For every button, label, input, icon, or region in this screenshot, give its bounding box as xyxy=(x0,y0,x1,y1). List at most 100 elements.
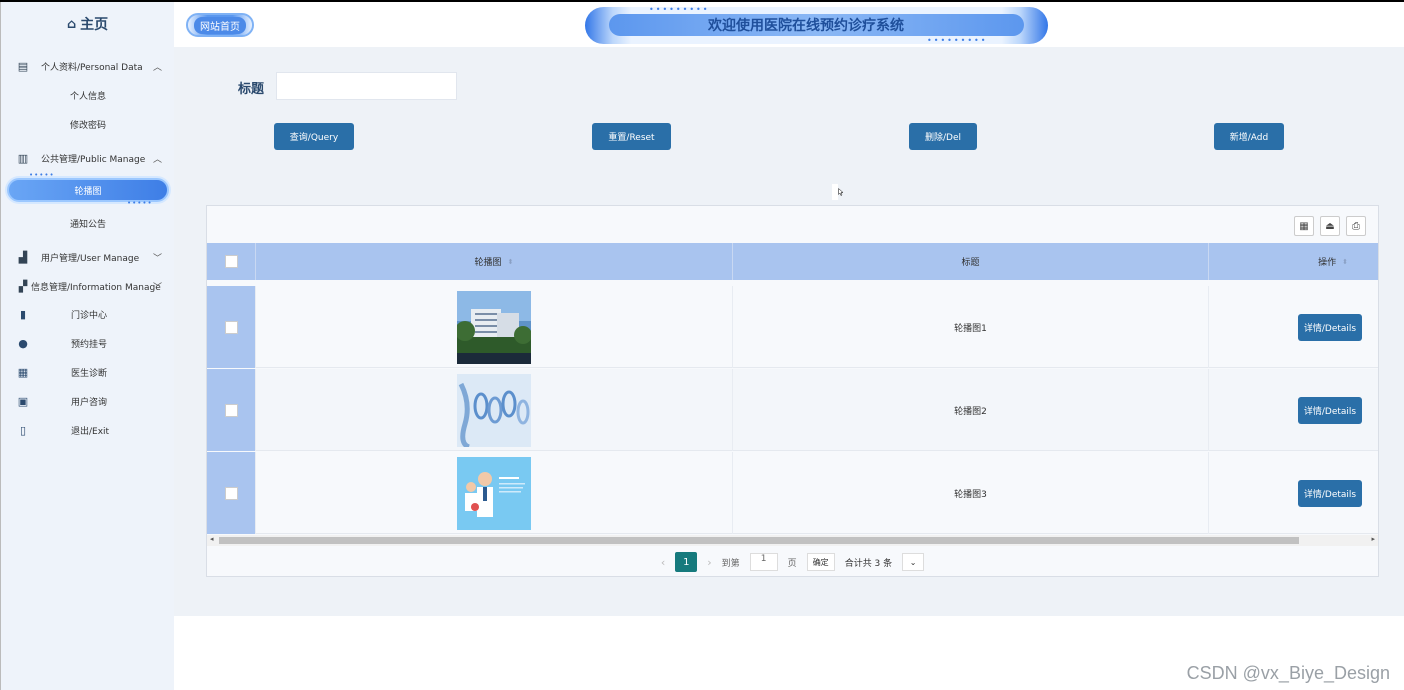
sort-icon[interactable]: ⬍ xyxy=(508,258,514,266)
menu-group-label: 个人资料/Personal Data xyxy=(41,62,143,73)
details-button[interactable]: 详情/Details xyxy=(1298,313,1362,341)
home-label: 主页 xyxy=(80,17,109,33)
mouse-cursor-icon xyxy=(832,184,844,200)
scroll-right-icon[interactable]: ▸ xyxy=(1371,535,1375,543)
book-icon: ▯ xyxy=(19,424,27,437)
title-cell: 轮播图3 xyxy=(733,452,1209,534)
table-panel: ▦ ⏏ ⎙ 轮播图 ⬍ 标题 操作 ⬍ 轮播图1 详情/Details 轮播图2… xyxy=(206,205,1379,577)
query-button[interactable]: 查询/Query xyxy=(274,123,354,150)
title-banner: ••••••••• 欢迎使用医院在线预约诊疗系统 ••••••••• xyxy=(585,5,1048,45)
menu-item-password[interactable]: 修改密码 xyxy=(1,110,174,139)
column-header-label: 标题 xyxy=(961,258,980,268)
title-search-input[interactable] xyxy=(276,72,457,100)
table-toolbar: ▦ ⏏ ⎙ xyxy=(1294,216,1366,236)
title-cell: 轮播图1 xyxy=(733,286,1209,368)
sort-icon[interactable]: ⬍ xyxy=(1342,258,1348,266)
row-checkbox-cell xyxy=(207,369,256,451)
reset-button[interactable]: 重置/Reset xyxy=(592,123,671,150)
scroll-left-icon[interactable]: ◂ xyxy=(210,535,214,543)
home-icon: ⌂ xyxy=(66,16,77,32)
banner-inner: 欢迎使用医院在线预约诊疗系统 xyxy=(609,14,1024,36)
menu-group-info[interactable]: ▞ 信息管理/Information Manage ﹀ xyxy=(1,272,174,300)
goto-page-input[interactable]: 1 xyxy=(749,553,778,571)
details-button[interactable]: 详情/Details xyxy=(1298,479,1362,507)
select-all-checkbox[interactable] xyxy=(224,255,238,268)
export-icon[interactable]: ⏏ xyxy=(1320,216,1340,236)
total-count: 合计共 3 条 xyxy=(844,558,893,569)
menu-item-appointment[interactable]: ● 预约挂号 xyxy=(1,329,174,358)
menu-item-label: 退出/Exit xyxy=(71,427,110,437)
action-cell: 详情/Details xyxy=(1209,286,1378,368)
page-title: 欢迎使用医院在线预约诊疗系统 xyxy=(708,18,904,34)
calendar-icon: ▦ xyxy=(17,366,29,379)
user-badge-icon: ● xyxy=(18,337,28,350)
calendar-check-icon: ▣ xyxy=(17,395,29,408)
chevron-up-icon: ︿ xyxy=(152,62,162,73)
decor-dots: ••••••••• xyxy=(927,36,988,45)
menu-group-label: 公共管理/Public Manage xyxy=(41,154,146,165)
chevron-up-icon: ︿ xyxy=(152,154,162,165)
carousel-image-dna xyxy=(457,373,531,447)
column-header-action[interactable]: 操作 ⬍ xyxy=(1209,243,1378,280)
header: 网站首页 ••••••••• 欢迎使用医院在线预约诊疗系统 ••••••••• xyxy=(174,2,1404,47)
prev-page-icon[interactable]: ‹ xyxy=(661,556,665,569)
decor-dots: ••••• xyxy=(127,199,153,207)
menu-group-user[interactable]: ▟ 用户管理/User Manage ﹀ xyxy=(1,242,174,272)
table-row: 轮播图3 详情/Details xyxy=(207,452,1378,534)
main-content: 标题 查询/Query 重置/Reset 删除/Del 新增/Add ▦ ⏏ ⎙… xyxy=(174,47,1404,616)
table-row: 轮播图2 详情/Details xyxy=(207,369,1378,451)
menu-item-carousel-wrap: ••••• 轮播图 ••••• xyxy=(1,171,174,209)
menu-item-label: 预约挂号 xyxy=(71,340,108,350)
image-cell xyxy=(256,286,733,368)
delete-button[interactable]: 删除/Del xyxy=(909,123,977,150)
menu-item-notice[interactable]: 通知公告 xyxy=(1,209,174,238)
add-button[interactable]: 新增/Add xyxy=(1214,123,1284,150)
horizontal-scrollbar[interactable]: ◂ ▸ xyxy=(207,535,1378,546)
menu-item-exit[interactable]: ▯ 退出/Exit xyxy=(1,416,174,445)
scrollbar-thumb[interactable] xyxy=(219,537,1299,544)
page-button-current[interactable]: 1 xyxy=(675,552,698,572)
next-page-icon[interactable]: › xyxy=(707,556,711,569)
row-checkbox[interactable] xyxy=(224,486,238,500)
column-header-image[interactable]: 轮播图 ⬍ xyxy=(256,243,733,280)
pagination: ‹ 1 › 到第 1 页 确定 合计共 3 条 ⌄ xyxy=(207,549,1378,575)
action-cell: 详情/Details xyxy=(1209,452,1378,534)
menu-item-clinic[interactable]: ▮ 门诊中心 xyxy=(1,300,174,329)
menu-item-label: 门诊中心 xyxy=(71,311,108,321)
menu-item-consult[interactable]: ▣ 用户咨询 xyxy=(1,387,174,416)
chevron-down-icon: ﹀ xyxy=(152,253,162,264)
search-label: 标题 xyxy=(238,82,265,97)
row-checkbox[interactable] xyxy=(224,320,238,334)
site-home-button[interactable]: 网站首页 xyxy=(186,13,254,37)
document-icon: ▤ xyxy=(17,59,29,73)
chart-line-icon: ▞ xyxy=(18,279,28,293)
menu-group-personal[interactable]: ▤ 个人资料/Personal Data ︿ xyxy=(1,51,174,81)
carousel-image-hospital xyxy=(457,290,531,364)
columns-filter-icon[interactable]: ▦ xyxy=(1294,216,1314,236)
home-link[interactable]: ⌂ 主页 xyxy=(1,2,174,46)
menu-group-label: 信息管理/Information Manage xyxy=(31,282,161,293)
action-cell: 详情/Details xyxy=(1209,369,1378,451)
clipboard-icon: ▥ xyxy=(17,151,29,165)
column-header-title: 标题 xyxy=(733,243,1209,280)
goto-confirm-button[interactable]: 确定 xyxy=(806,553,835,571)
row-checkbox-cell xyxy=(207,286,256,368)
details-button[interactable]: 详情/Details xyxy=(1298,396,1362,424)
watermark: CSDN @vx_Biye_Design xyxy=(1186,663,1390,683)
row-checkbox[interactable] xyxy=(224,403,238,417)
chevron-down-icon: ⌄ xyxy=(909,557,917,567)
select-all-checkbox-cell xyxy=(207,243,256,280)
menu-item-label: 用户咨询 xyxy=(71,398,108,408)
page-size-select[interactable]: ⌄ xyxy=(902,553,925,571)
menu-item-diagnosis[interactable]: ▦ 医生诊断 xyxy=(1,358,174,387)
menu-item-profile[interactable]: 个人信息 xyxy=(1,81,174,110)
image-cell xyxy=(256,452,733,534)
print-icon[interactable]: ⎙ xyxy=(1346,216,1366,236)
table-header: 轮播图 ⬍ 标题 操作 ⬍ xyxy=(207,243,1378,280)
menu-group-public[interactable]: ▥ 公共管理/Public Manage ︿ xyxy=(1,143,174,173)
page-unit-label: 页 xyxy=(787,558,797,569)
menu-group-label: 用户管理/User Manage xyxy=(41,253,140,264)
bookmark-icon: ▮ xyxy=(19,308,27,321)
carousel-image-doctors xyxy=(457,456,531,530)
column-header-label: 操作 xyxy=(1318,258,1337,268)
